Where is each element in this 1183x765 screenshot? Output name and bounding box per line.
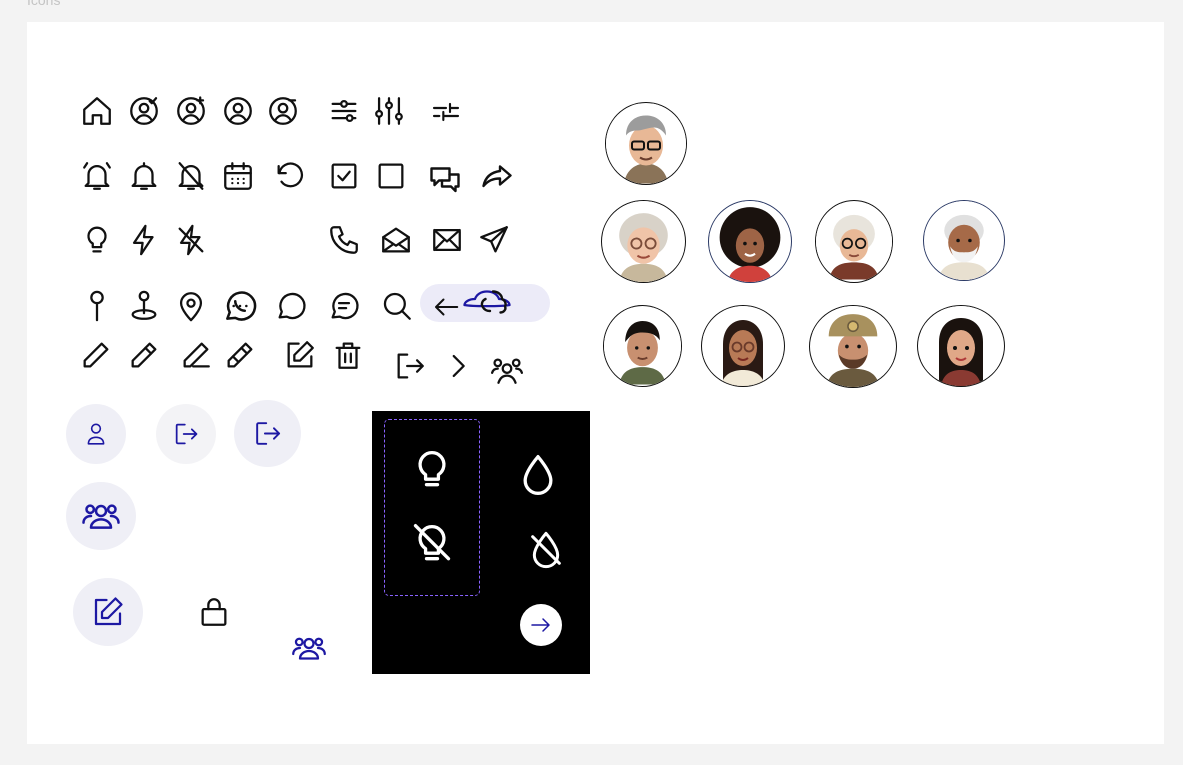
chat-lines-icon[interactable] xyxy=(327,289,361,323)
search-icon[interactable] xyxy=(380,289,414,323)
send-icon[interactable] xyxy=(477,223,511,257)
avatar-woman-curly-hair[interactable] xyxy=(708,200,792,283)
user-check-icon[interactable] xyxy=(127,94,161,128)
user-add-icon[interactable] xyxy=(174,94,208,128)
dark-icon-panel xyxy=(372,411,590,674)
avatar-young-boy[interactable] xyxy=(603,305,682,387)
sliders-compact-icon[interactable] xyxy=(430,96,462,128)
edit-button[interactable] xyxy=(73,578,143,646)
drop-off-icon[interactable] xyxy=(526,528,566,572)
users-group-icon xyxy=(81,496,121,536)
map-pin-icon[interactable] xyxy=(174,289,208,323)
trash-icon[interactable] xyxy=(331,338,365,372)
logout-circle-button[interactable] xyxy=(156,404,216,464)
whatsapp-icon[interactable] xyxy=(221,287,259,325)
chevron-right-icon[interactable] xyxy=(441,349,475,383)
avatar-girl-long-hair[interactable] xyxy=(917,305,1005,387)
bell-icon[interactable] xyxy=(127,159,161,193)
lightning-off-icon[interactable] xyxy=(174,223,208,257)
arrow-right-button[interactable] xyxy=(520,604,562,646)
logout-icon[interactable] xyxy=(393,349,427,383)
calendar-icon[interactable] xyxy=(221,159,255,193)
share-arrow-icon[interactable] xyxy=(479,159,515,195)
pencil-alt-icon[interactable] xyxy=(127,338,161,372)
avatar-elderly-man-beard[interactable] xyxy=(923,200,1005,281)
users-group-icon[interactable] xyxy=(489,353,525,387)
alarm-bell-icon[interactable] xyxy=(80,159,114,193)
lightbulb-icon[interactable] xyxy=(80,223,114,257)
arrow-right-icon xyxy=(529,613,553,637)
mail-icon[interactable] xyxy=(430,223,464,257)
avatar-man-glasses-gray-hair[interactable] xyxy=(605,102,687,185)
pen-icon[interactable] xyxy=(179,338,213,372)
cloud-chat-icon xyxy=(460,284,514,320)
chat-bubbles-icon[interactable] xyxy=(427,161,463,197)
user-outline-icon xyxy=(83,420,109,448)
logout-icon xyxy=(172,420,200,448)
avatar-elderly-woman-glasses[interactable] xyxy=(815,200,893,283)
edit-square-icon xyxy=(90,594,126,630)
lightbulb-off-icon[interactable] xyxy=(410,520,454,568)
sliders-horizontal-icon[interactable] xyxy=(327,94,361,128)
lightning-icon[interactable] xyxy=(127,223,161,257)
checkbox-empty-icon[interactable] xyxy=(374,159,408,193)
avatar-firefighter-man[interactable] xyxy=(809,305,897,388)
users-group-button[interactable] xyxy=(66,482,136,550)
pen-lines-icon[interactable] xyxy=(223,338,257,372)
arrow-left-icon[interactable] xyxy=(429,292,463,322)
user-circle-icon[interactable] xyxy=(221,94,255,128)
phone-icon[interactable] xyxy=(327,223,361,257)
checkbox-checked-icon[interactable] xyxy=(327,159,361,193)
bell-off-icon[interactable] xyxy=(174,159,208,193)
mail-open-icon[interactable] xyxy=(379,223,413,257)
edit-square-icon[interactable] xyxy=(283,338,317,372)
user-remove-icon[interactable] xyxy=(266,94,300,128)
logout-icon xyxy=(252,418,283,449)
lock-icon[interactable] xyxy=(197,594,231,630)
lightbulb-icon[interactable] xyxy=(410,446,454,494)
chat-bubble-icon[interactable] xyxy=(274,289,308,323)
frame-label: Icons xyxy=(27,0,61,8)
user-avatar-button[interactable] xyxy=(66,404,126,464)
avatar-woman-glasses[interactable] xyxy=(701,305,785,387)
sliders-vertical-icon[interactable] xyxy=(372,94,406,128)
users-group-icon[interactable] xyxy=(290,630,328,666)
drop-icon[interactable] xyxy=(516,451,560,499)
logout-circle-button-large[interactable] xyxy=(234,400,301,467)
pencil-icon[interactable] xyxy=(79,338,113,372)
avatar-older-woman-glasses[interactable] xyxy=(601,200,686,283)
icons-canvas xyxy=(27,22,1164,744)
home-icon[interactable] xyxy=(80,94,114,128)
undo-icon[interactable] xyxy=(273,159,307,193)
pin-icon[interactable] xyxy=(80,289,114,323)
location-pin-ground-icon[interactable] xyxy=(127,289,161,323)
